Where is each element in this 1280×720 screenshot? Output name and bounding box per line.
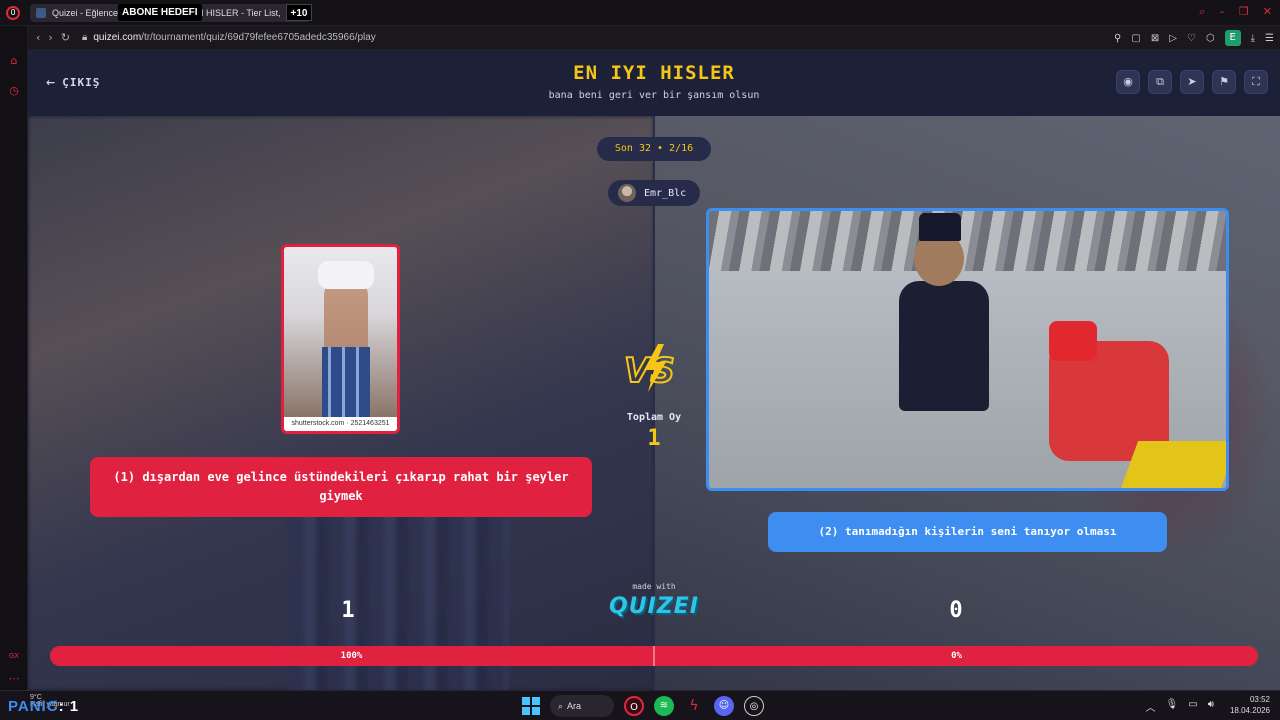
- system-tray: ︿ 🎙︎ ▭ 🔊︎: [1146, 699, 1214, 714]
- page-subtitle: bana beni geri ver bir şansım olsun: [548, 90, 760, 101]
- tab-favicon-icon: [36, 7, 46, 18]
- panic-count: : 1: [58, 698, 80, 715]
- avatar: [618, 184, 636, 202]
- translate-icon[interactable]: ⊠: [1151, 33, 1159, 44]
- volume-icon[interactable]: 🔊︎: [1208, 699, 1214, 714]
- image-credit: shutterstock.com · 2521463251: [284, 417, 397, 431]
- gx-icon[interactable]: GX: [7, 652, 21, 666]
- bag-icon[interactable]: ⌂: [7, 54, 21, 68]
- round-badge: Son 32 • 2/16: [597, 137, 711, 161]
- windows-start-icon[interactable]: [522, 697, 540, 715]
- total-votes-label: Toplam Oy: [626, 412, 682, 423]
- more-icon[interactable]: ⋯: [7, 672, 21, 686]
- stream-overlay-panic: PANIC: 1: [8, 698, 79, 715]
- option-left-votes: 1: [341, 598, 355, 623]
- back-icon[interactable]: ‹: [36, 31, 40, 44]
- snapshot-icon[interactable]: ▢: [1131, 33, 1140, 44]
- pin-icon[interactable]: ⚲: [1114, 33, 1121, 44]
- option-left-text: (1) dışardan eve gelince üstündekileri ç…: [113, 470, 569, 503]
- browser-sidebar: ⌂ ◷ GX ⋯: [0, 26, 28, 690]
- option-right-percent: 0%: [951, 651, 962, 661]
- url-domain: quizei.com: [93, 32, 142, 43]
- maximize-icon[interactable]: ❐: [1239, 5, 1249, 19]
- clock-date: 18.04.2026: [1229, 706, 1270, 715]
- reload-icon[interactable]: ↻: [61, 31, 70, 44]
- lock-icon: 🔒︎: [82, 32, 88, 43]
- address-bar: ‹ › ↻ 🔒︎ quizei.com/tr/tournament/quiz/6…: [28, 26, 1280, 50]
- monitor-icon[interactable]: ▭: [1188, 699, 1197, 714]
- lightning-app-icon[interactable]: ϟ: [684, 696, 704, 716]
- browser-tabbar: 0 Quizei - Eğlenceli v YI HISLER - Tier …: [0, 0, 1280, 26]
- quizei-logo[interactable]: QUIZEI: [602, 594, 706, 619]
- extensions-icon[interactable]: ⬡: [1206, 33, 1215, 44]
- flag-icon[interactable]: ⚑: [1212, 70, 1236, 94]
- window-controls: ⌕ – ❐ ✕: [1199, 5, 1272, 19]
- eye-icon[interactable]: ◉: [1116, 70, 1140, 94]
- option-left-percent: 100%: [340, 651, 363, 661]
- panic-label: PANIC: [8, 698, 59, 715]
- option-right-votes: 0: [949, 598, 963, 623]
- obs-icon[interactable]: ◎: [744, 696, 764, 716]
- clock-icon[interactable]: ◷: [7, 84, 21, 98]
- vote-percentage-bar: 100% 0%: [50, 646, 1258, 666]
- quiz-page: ← ÇIKIŞ EN IYI HISLER bana beni geri ver …: [28, 50, 1280, 690]
- page-title: EN IYI HISLER: [573, 62, 735, 84]
- opera-icon[interactable]: 0: [6, 5, 20, 20]
- taskbar-apps: ⌕ Ara O ≋ ϟ ☺ ◎: [522, 695, 764, 717]
- chevron-up-icon[interactable]: ︿: [1146, 699, 1156, 714]
- option-left-image[interactable]: shutterstock.com · 2521463251: [281, 244, 400, 434]
- stream-overlay-count: +10: [286, 4, 312, 21]
- stream-overlay-abone: ABONE HEDEFI: [118, 4, 202, 21]
- total-votes-value: 1: [647, 426, 661, 451]
- taskbar-search-label: Ara: [567, 701, 582, 711]
- header-actions: ◉ ⧉ ➤ ⚑ ⛶: [1116, 70, 1268, 94]
- svg-text:VS: VS: [624, 351, 675, 391]
- heart-icon[interactable]: ♡: [1187, 33, 1196, 44]
- opera-gx-icon[interactable]: O: [624, 696, 644, 716]
- download-icon[interactable]: ⤓: [1251, 33, 1255, 44]
- taskbar-search[interactable]: ⌕ Ara: [550, 695, 614, 717]
- option-right-text: (2) tanımadığın kişilerin seni tanıyor o…: [818, 525, 1117, 538]
- share-icon[interactable]: ➤: [1180, 70, 1204, 94]
- username: Emr_Blc: [644, 187, 687, 199]
- quiz-header: ← ÇIKIŞ EN IYI HISLER bana beni geri ver …: [28, 50, 1280, 116]
- minimize-icon[interactable]: –: [1219, 5, 1225, 19]
- spotify-icon[interactable]: ≋: [654, 696, 674, 716]
- vs-icon: VS: [623, 344, 676, 392]
- option-left-button[interactable]: (1) dışardan eve gelince üstündekileri ç…: [90, 457, 592, 517]
- url-path: /tr/tournament/quiz/69d79fefee6705adedc3…: [141, 32, 376, 43]
- search-icon[interactable]: ⌕: [1199, 5, 1205, 19]
- tab-title-tail: YI HISLER - Tier List,: [195, 7, 281, 18]
- search-icon: ⌕: [558, 702, 564, 712]
- play-icon[interactable]: ▷: [1169, 33, 1177, 44]
- forward-icon[interactable]: ›: [48, 31, 52, 44]
- windows-taskbar: 9°C Hafif yağmur PANIC: 1 ⌕ Ara O ≋ ϟ ☺ ◎…: [0, 690, 1280, 720]
- discord-icon[interactable]: ☺: [714, 696, 734, 716]
- taskbar-clock[interactable]: 03:52 18.04.2026: [1230, 694, 1270, 716]
- clock-time: 03:52: [1249, 695, 1270, 704]
- close-icon[interactable]: ✕: [1263, 5, 1272, 19]
- user-badge: Emr_Blc: [608, 180, 700, 206]
- url-field[interactable]: quizei.com/tr/tournament/quiz/69d79fefee…: [93, 32, 375, 43]
- fullscreen-icon[interactable]: ⛶: [1244, 70, 1268, 94]
- extension-e-icon[interactable]: E: [1224, 30, 1241, 46]
- made-with-label: made with: [632, 582, 676, 591]
- menu-icon[interactable]: ☰: [1265, 33, 1274, 44]
- copy-icon[interactable]: ⧉: [1148, 70, 1172, 94]
- microphone-icon[interactable]: 🎙︎: [1166, 699, 1179, 714]
- address-bar-icons: ⚲ ▢ ⊠ ▷ ♡ ⬡ E ⤓ ☰: [1114, 30, 1274, 46]
- option-right-button[interactable]: (2) tanımadığın kişilerin seni tanıyor o…: [768, 512, 1167, 552]
- option-left-photo: [284, 247, 397, 417]
- option-right-image[interactable]: [706, 208, 1229, 491]
